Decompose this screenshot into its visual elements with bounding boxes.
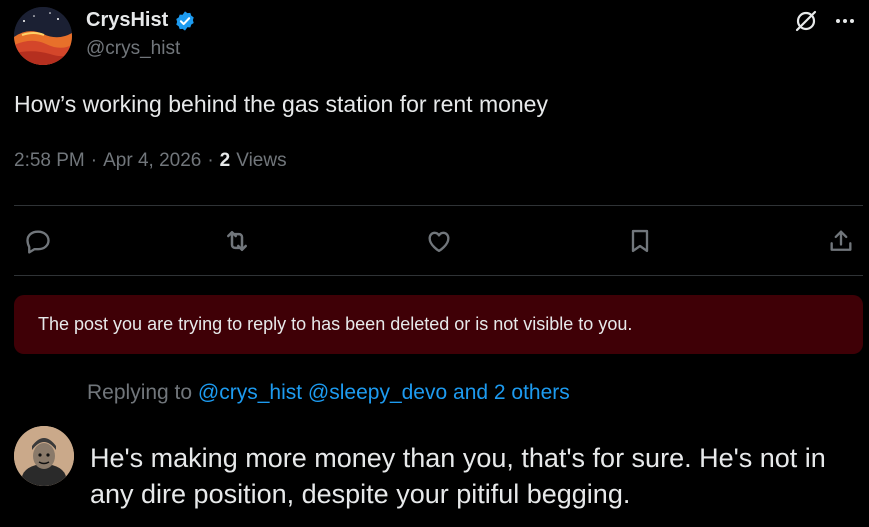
more-icon[interactable] — [835, 11, 855, 31]
reply-button[interactable] — [22, 225, 54, 257]
author-name[interactable]: CrysHist — [86, 9, 168, 32]
views-count: 2 — [219, 150, 231, 171]
repost-icon — [227, 231, 247, 251]
reply-icon — [26, 230, 50, 254]
author-handle[interactable]: @crys_hist — [86, 38, 180, 60]
bookmark-button[interactable] — [624, 225, 656, 257]
replying-to: Replying to @crys_hist @sleepy_devo and … — [87, 381, 570, 405]
meta-separator: · — [90, 150, 98, 171]
bookmark-icon — [631, 229, 649, 253]
reply-others-link[interactable]: and 2 others — [453, 381, 570, 404]
post-date[interactable]: Apr 4, 2026 — [103, 150, 201, 172]
verified-badge-icon — [174, 10, 196, 32]
repost-button[interactable] — [221, 225, 253, 257]
replying-prefix: Replying to — [87, 381, 198, 404]
post-time[interactable]: 2:58 PM — [14, 150, 85, 172]
deleted-banner-text: The post you are trying to reply to has … — [38, 314, 633, 334]
reply-composer-text[interactable]: He's making more money than you, that's … — [90, 440, 860, 512]
user-avatar[interactable] — [14, 426, 74, 486]
like-button[interactable] — [423, 225, 455, 257]
deleted-post-banner: The post you are trying to reply to has … — [14, 295, 863, 354]
action-bar — [0, 205, 869, 275]
post-meta: 2:58 PM · Apr 4, 2026 · 2 Views — [14, 150, 287, 172]
views-label: Views — [236, 150, 287, 171]
post-top-actions — [793, 8, 855, 34]
reply-mention-1[interactable]: @crys_hist — [198, 381, 302, 404]
meta-separator: · — [207, 150, 214, 171]
author-name-row[interactable]: CrysHist — [86, 9, 196, 32]
author-avatar[interactable] — [14, 7, 72, 65]
grok-icon[interactable] — [793, 8, 819, 34]
reply-mention-2[interactable]: @sleepy_devo — [308, 381, 447, 404]
share-button[interactable] — [825, 225, 857, 257]
share-icon — [830, 230, 852, 251]
like-icon — [428, 231, 450, 253]
divider-bottom — [14, 275, 863, 276]
post-text: How’s working behind the gas station for… — [14, 91, 548, 117]
